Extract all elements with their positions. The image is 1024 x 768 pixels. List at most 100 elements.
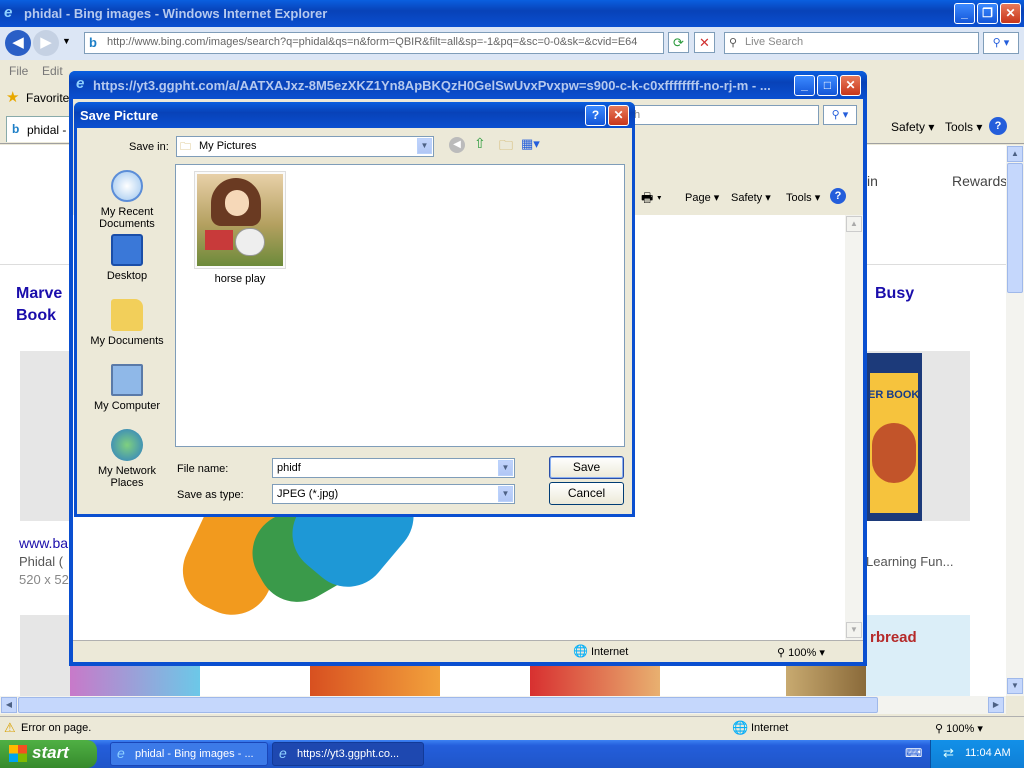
folder-icon: 🗀 xyxy=(180,141,191,153)
taskbar-item-bing[interactable]: e phidal - Bing images - ... xyxy=(110,742,268,766)
address-text: http://www.bing.com/images/search?q=phid… xyxy=(107,36,638,48)
popup-minimize-button[interactable]: _ xyxy=(794,75,815,96)
main-vertical-scrollbar[interactable]: ▲ ▼ xyxy=(1006,145,1024,696)
search-go-button[interactable]: ⚲ ▾ xyxy=(983,32,1019,54)
stop-button[interactable]: ✕ xyxy=(694,32,715,53)
print-icon[interactable]: 🖶 ▾ xyxy=(641,189,662,211)
result-thumb-right-bottom[interactable]: rbread xyxy=(866,615,970,696)
desktop-icon xyxy=(111,234,143,266)
back-button[interactable]: ◀ xyxy=(5,30,31,56)
toolbar-tools[interactable]: Tools ▾ xyxy=(945,120,982,134)
up-folder-icon[interactable]: ⇧ xyxy=(474,135,486,152)
ie-title-bar: e phidal - Bing images - Windows Interne… xyxy=(0,0,1024,27)
save-button[interactable]: Save xyxy=(549,456,624,479)
result-thumb-left[interactable] xyxy=(20,351,70,521)
popup-search-button[interactable]: ⚲ ▾ xyxy=(823,105,857,125)
status-zone-text: Internet xyxy=(751,722,789,734)
live-search-input[interactable]: ⚲ Live Search xyxy=(724,32,979,54)
start-label: start xyxy=(32,743,69,762)
file-list-view[interactable]: horse play xyxy=(175,164,625,447)
result-title-left-2[interactable]: Book xyxy=(16,307,56,325)
file-name-dropdown-arrow[interactable]: ▼ xyxy=(498,460,513,476)
save-in-dropdown-arrow[interactable]: ▼ xyxy=(417,138,432,154)
menu-edit[interactable]: Edit xyxy=(42,64,63,78)
places-bar: My Recent Documents Desktop My Documents… xyxy=(77,164,173,494)
thumb-shimmer[interactable] xyxy=(70,665,200,696)
popup-toolbar: 🖶 ▾ Page ▾ Safety ▾ Tools ▾ ? xyxy=(633,185,863,211)
help-icon[interactable]: ? xyxy=(989,117,1007,135)
thumb-cars[interactable] xyxy=(310,665,440,696)
recent-documents-icon xyxy=(111,170,143,202)
popup-zoom-control[interactable]: ⚲ 100% ▾ xyxy=(777,646,825,659)
refresh-button[interactable]: ⟳ xyxy=(668,32,689,53)
new-folder-icon[interactable]: 🗀 xyxy=(499,135,513,159)
popup-search-input[interactable]: h xyxy=(629,105,819,125)
popup-help-icon[interactable]: ? xyxy=(830,188,846,204)
taskbar: start e phidal - Bing images - ... e htt… xyxy=(0,740,1024,768)
warning-icon[interactable]: ⚠ xyxy=(4,720,16,736)
windows-logo-icon xyxy=(9,745,27,762)
system-tray: ⇄ 11:04 AM xyxy=(930,740,1024,768)
place-my-computer[interactable]: My Computer xyxy=(77,364,177,412)
popup-toolbar-page[interactable]: Page ▾ xyxy=(685,191,719,204)
menu-file[interactable]: File xyxy=(9,64,28,78)
main-hscroll-thumb[interactable] xyxy=(18,697,878,713)
thumb-houses[interactable] xyxy=(786,665,866,696)
minimize-button[interactable]: _ xyxy=(954,3,975,24)
place-desktop[interactable]: Desktop xyxy=(77,234,177,282)
network-places-icon xyxy=(111,429,143,461)
forward-button[interactable]: ▶ xyxy=(33,30,59,56)
place-network[interactable]: My Network Places xyxy=(77,429,177,489)
restore-button[interactable]: ❐ xyxy=(977,3,998,24)
popup-maximize-button[interactable]: □ xyxy=(817,75,838,96)
file-name-input[interactable]: phidf ▼ xyxy=(272,458,515,478)
nav-dropdown-icon[interactable]: ▼ xyxy=(62,36,71,46)
save-type-select[interactable]: JPEG (*.jpg) ▼ xyxy=(272,484,515,504)
back-folder-icon[interactable]: ◀ xyxy=(449,137,465,153)
zoom-control[interactable]: ⚲ 100% ▾ xyxy=(935,722,983,735)
popup-scrollbar[interactable]: ▲ ▼ xyxy=(845,215,863,640)
result-meta-left-1: Phidal ( xyxy=(19,554,64,569)
ie-nav-row: ◀ ▶ ▼ b http://www.bing.com/images/searc… xyxy=(0,27,1024,60)
search-icon: ⚲ xyxy=(729,37,738,49)
save-type-dropdown-arrow[interactable]: ▼ xyxy=(498,486,513,502)
rewards-link[interactable]: Rewards xyxy=(952,173,1006,189)
dialog-close-button[interactable]: ✕ xyxy=(608,105,629,126)
tray-keyboard-icon[interactable]: ⌨ xyxy=(905,746,922,760)
result-title-right[interactable]: Busy xyxy=(875,285,914,303)
result-thumb-left-bottom[interactable] xyxy=(20,615,70,696)
tab-label: phidal - B xyxy=(27,123,69,137)
browser-tab[interactable]: b phidal - B xyxy=(6,116,70,142)
tray-network-icon[interactable]: ⇄ xyxy=(943,745,954,761)
main-horizontal-scrollbar[interactable]: ◀ ▶ xyxy=(0,696,1006,714)
address-bar[interactable]: b http://www.bing.com/images/search?q=ph… xyxy=(84,32,664,54)
my-documents-icon xyxy=(111,299,143,331)
result-link-left[interactable]: www.ba xyxy=(19,535,68,551)
place-my-documents[interactable]: My Documents xyxy=(77,299,177,347)
my-computer-icon xyxy=(111,364,143,396)
favorites-label[interactable]: Favorites xyxy=(26,91,75,105)
popup-toolbar-tools[interactable]: Tools ▾ xyxy=(786,191,820,204)
book-cover-text: ER BOOK xyxy=(868,389,920,401)
dialog-help-button[interactable]: ? xyxy=(585,105,606,126)
save-in-combo[interactable]: 🗀 My Pictures ▼ xyxy=(176,136,434,157)
file-name-label: File name: xyxy=(177,463,229,475)
status-error-text[interactable]: Error on page. xyxy=(21,722,91,734)
place-recent[interactable]: My Recent Documents xyxy=(77,170,177,230)
views-menu-icon[interactable]: ▦▾ xyxy=(521,136,540,152)
main-scroll-thumb[interactable] xyxy=(1007,163,1023,293)
save-in-value: My Pictures xyxy=(199,140,257,152)
file-item[interactable]: horse play xyxy=(194,171,286,289)
result-thumb-right[interactable]: ER BOOK xyxy=(866,351,970,521)
result-meta-left-2: 520 x 52 xyxy=(19,572,69,587)
popup-toolbar-safety[interactable]: Safety ▾ xyxy=(731,191,771,204)
taskbar-item-popup[interactable]: e https://yt3.ggpht.co... xyxy=(272,742,424,766)
close-button[interactable]: ✕ xyxy=(1000,3,1021,24)
thumb-jake[interactable] xyxy=(530,665,660,696)
cancel-button[interactable]: Cancel xyxy=(549,482,624,505)
popup-close-button[interactable]: ✕ xyxy=(840,75,861,96)
sign-in-link[interactable]: in xyxy=(867,173,878,189)
result-title-left-1[interactable]: Marve xyxy=(16,285,62,303)
toolbar-safety[interactable]: Safety ▾ xyxy=(891,120,934,134)
start-button[interactable]: start xyxy=(0,740,97,768)
